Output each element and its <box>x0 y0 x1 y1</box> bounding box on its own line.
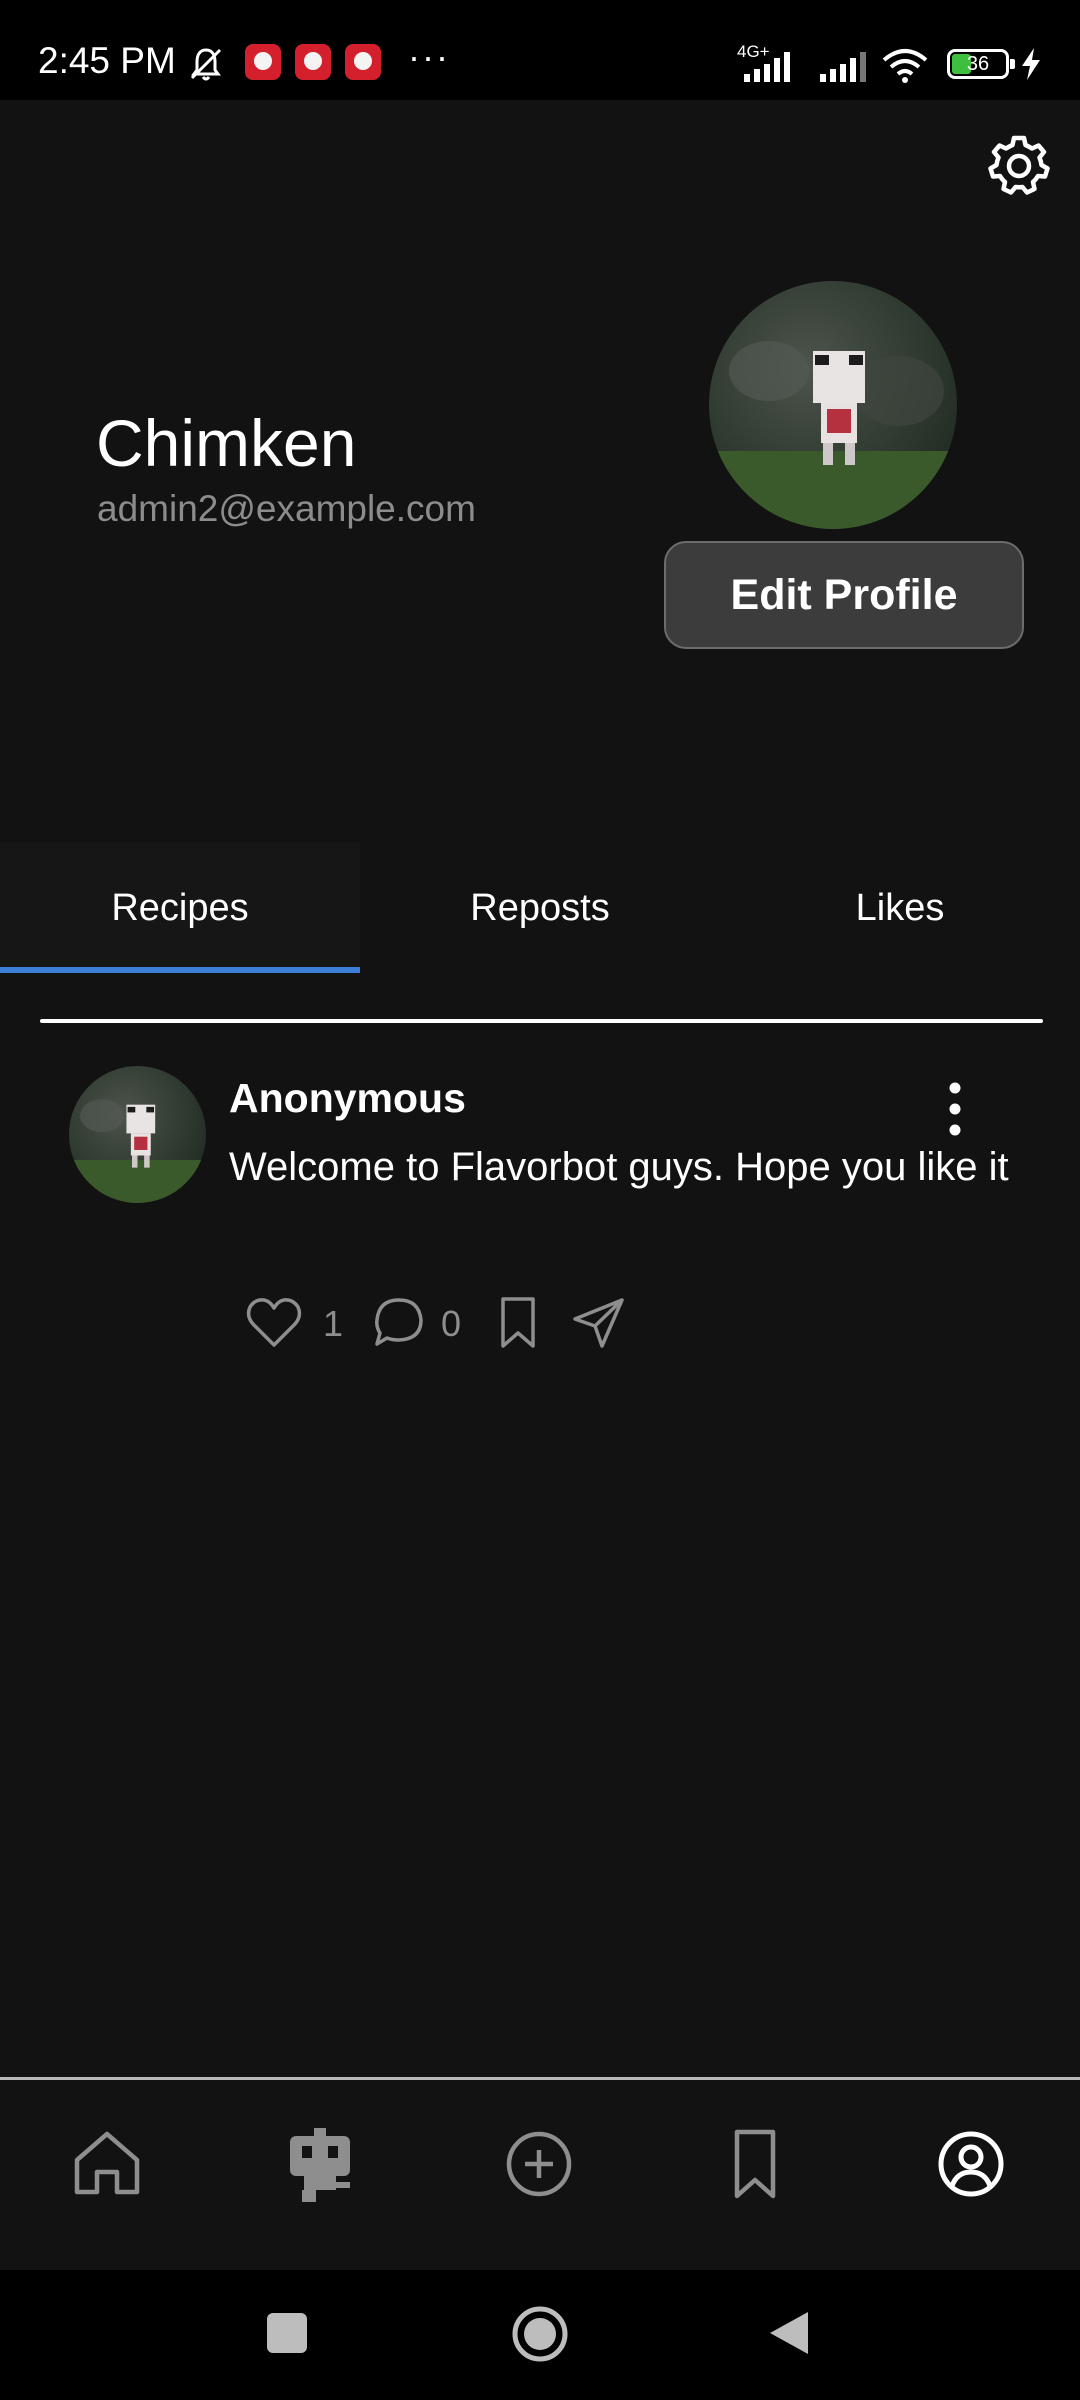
battery-percent: 36 <box>966 53 990 75</box>
comment-icon[interactable] <box>372 1295 426 1349</box>
profile-avatar <box>709 281 957 529</box>
more-dots-icon: ··· <box>408 36 450 77</box>
bookmark-icon[interactable] <box>498 1295 538 1351</box>
profile-tabs: Recipes Reposts Likes <box>0 843 1080 973</box>
app-notification-icon <box>295 44 331 80</box>
active-tab-indicator <box>0 967 360 973</box>
gear-icon[interactable] <box>983 130 1055 202</box>
edit-profile-button[interactable]: Edit Profile <box>664 541 1024 649</box>
recents-icon[interactable] <box>266 2312 308 2354</box>
like-count: 1 <box>323 1303 344 1344</box>
tab-label: Likes <box>855 886 945 929</box>
profile-email: admin2@example.com <box>97 488 476 529</box>
home-circle-icon[interactable] <box>511 2305 569 2363</box>
tab-label: Recipes <box>111 886 249 929</box>
signal-icon <box>744 52 790 82</box>
bottom-nav <box>0 2080 1080 2270</box>
profile-icon[interactable] <box>931 2124 1011 2204</box>
mute-icon <box>190 48 222 81</box>
comment-count: 0 <box>441 1303 462 1344</box>
heart-icon[interactable] <box>245 1295 303 1351</box>
app-notification-icon <box>245 44 281 80</box>
post-author-avatar[interactable] <box>69 1066 206 1203</box>
tab-label: Reposts <box>470 886 610 929</box>
back-icon[interactable] <box>768 2310 810 2356</box>
home-icon[interactable] <box>67 2124 147 2204</box>
tab-reposts[interactable]: Reposts <box>360 843 720 973</box>
app-notification-icon <box>345 44 381 80</box>
bookmark-icon[interactable] <box>715 2124 795 2204</box>
status-bar: 2:45 PM ··· 4G+ 36 <box>0 0 1080 100</box>
tab-recipes[interactable]: Recipes <box>0 843 360 973</box>
profile-name: Chimken <box>96 406 357 480</box>
post-author-name[interactable]: Anonymous <box>229 1075 466 1122</box>
robot-icon[interactable] <box>280 2124 360 2204</box>
system-nav-bar <box>0 2270 1080 2400</box>
battery-icon: 36 <box>947 49 1015 79</box>
post-text: Welcome to Flavorbot guys. Hope you like… <box>229 1145 1009 1189</box>
tab-likes[interactable]: Likes <box>720 843 1080 973</box>
share-icon[interactable] <box>571 1295 627 1351</box>
more-vertical-icon[interactable] <box>935 1080 975 1138</box>
feed-divider <box>40 1019 1043 1023</box>
add-circle-icon[interactable] <box>499 2124 579 2204</box>
signal-icon <box>820 52 866 82</box>
status-time: 2:45 PM <box>38 40 176 81</box>
charging-icon <box>1022 48 1040 80</box>
wifi-icon <box>882 49 928 83</box>
